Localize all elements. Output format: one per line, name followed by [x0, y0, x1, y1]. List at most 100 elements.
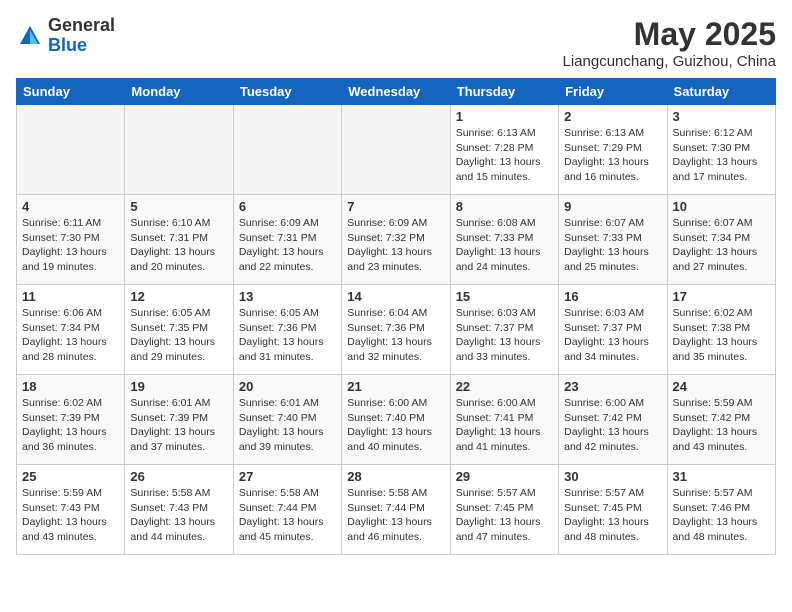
day-number: 22 — [456, 379, 553, 394]
day-number: 21 — [347, 379, 444, 394]
calendar-cell: 8 Sunrise: 6:08 AM Sunset: 7:33 PM Daylig… — [450, 195, 558, 285]
day-header-tuesday: Tuesday — [233, 79, 341, 105]
calendar-cell: 25 Sunrise: 5:59 AM Sunset: 7:43 PM Dayli… — [17, 465, 125, 555]
day-info: Sunrise: 6:07 AM Sunset: 7:33 PM Dayligh… — [564, 216, 661, 275]
day-header-friday: Friday — [559, 79, 667, 105]
logo-blue: Blue — [48, 35, 87, 55]
calendar-week-5: 25 Sunrise: 5:59 AM Sunset: 7:43 PM Dayli… — [17, 465, 776, 555]
day-number: 29 — [456, 469, 553, 484]
day-number: 23 — [564, 379, 661, 394]
calendar-cell: 28 Sunrise: 5:58 AM Sunset: 7:44 PM Dayli… — [342, 465, 450, 555]
calendar-cell: 31Sunrise: 5:57 AM Sunset: 7:46 PM Dayli… — [667, 465, 775, 555]
calendar-cell: 4Sunrise: 6:11 AM Sunset: 7:30 PM Daylig… — [17, 195, 125, 285]
logo-general: General — [48, 15, 115, 35]
day-header-thursday: Thursday — [450, 79, 558, 105]
calendar-week-2: 4Sunrise: 6:11 AM Sunset: 7:30 PM Daylig… — [17, 195, 776, 285]
day-number: 28 — [347, 469, 444, 484]
day-number: 4 — [22, 199, 119, 214]
calendar-cell: 26 Sunrise: 5:58 AM Sunset: 7:43 PM Dayli… — [125, 465, 233, 555]
calendar-cell: 5Sunrise: 6:10 AM Sunset: 7:31 PM Daylig… — [125, 195, 233, 285]
day-info: Sunrise: 6:02 AM Sunset: 7:39 PM Dayligh… — [22, 396, 119, 455]
day-info: Sunrise: 5:59 AM Sunset: 7:43 PM Dayligh… — [22, 486, 119, 545]
calendar-cell: 13 Sunrise: 6:05 AM Sunset: 7:36 PM Dayli… — [233, 285, 341, 375]
day-number: 26 — [130, 469, 227, 484]
day-info: Sunrise: 6:10 AM Sunset: 7:31 PM Dayligh… — [130, 216, 227, 275]
calendar-cell: 14 Sunrise: 6:04 AM Sunset: 7:36 PM Dayli… — [342, 285, 450, 375]
calendar-week-4: 18Sunrise: 6:02 AM Sunset: 7:39 PM Dayli… — [17, 375, 776, 465]
calendar-cell: 30 Sunrise: 5:57 AM Sunset: 7:45 PM Dayli… — [559, 465, 667, 555]
day-info: Sunrise: 5:59 AM Sunset: 7:42 PM Dayligh… — [673, 396, 770, 455]
day-info: Sunrise: 5:58 AM Sunset: 7:44 PM Dayligh… — [239, 486, 336, 545]
calendar-cell: 2 Sunrise: 6:13 AM Sunset: 7:29 PM Daylig… — [559, 105, 667, 195]
day-number: 15 — [456, 289, 553, 304]
logo-text: General Blue — [48, 16, 115, 56]
day-number: 11 — [22, 289, 119, 304]
logo-icon — [16, 22, 44, 50]
day-info: Sunrise: 5:57 AM Sunset: 7:45 PM Dayligh… — [456, 486, 553, 545]
day-number: 6 — [239, 199, 336, 214]
calendar-cell: 6 Sunrise: 6:09 AM Sunset: 7:31 PM Daylig… — [233, 195, 341, 285]
day-number: 14 — [347, 289, 444, 304]
location: Liangcunchang, Guizhou, China — [563, 53, 777, 70]
day-number: 25 — [22, 469, 119, 484]
day-info: Sunrise: 6:08 AM Sunset: 7:33 PM Dayligh… — [456, 216, 553, 275]
day-number: 24 — [673, 379, 770, 394]
day-number: 8 — [456, 199, 553, 214]
day-number: 13 — [239, 289, 336, 304]
day-info: Sunrise: 5:57 AM Sunset: 7:45 PM Dayligh… — [564, 486, 661, 545]
calendar-cell: 23 Sunrise: 6:00 AM Sunset: 7:42 PM Dayli… — [559, 375, 667, 465]
day-info: Sunrise: 6:05 AM Sunset: 7:36 PM Dayligh… — [239, 306, 336, 365]
day-info: Sunrise: 6:01 AM Sunset: 7:39 PM Dayligh… — [130, 396, 227, 455]
day-info: Sunrise: 6:00 AM Sunset: 7:41 PM Dayligh… — [456, 396, 553, 455]
day-number: 20 — [239, 379, 336, 394]
day-header-sunday: Sunday — [17, 79, 125, 105]
day-number: 27 — [239, 469, 336, 484]
calendar-cell: 11Sunrise: 6:06 AM Sunset: 7:34 PM Dayli… — [17, 285, 125, 375]
day-info: Sunrise: 6:00 AM Sunset: 7:40 PM Dayligh… — [347, 396, 444, 455]
calendar-cell: 10Sunrise: 6:07 AM Sunset: 7:34 PM Dayli… — [667, 195, 775, 285]
calendar-cell: 16 Sunrise: 6:03 AM Sunset: 7:37 PM Dayli… — [559, 285, 667, 375]
day-number: 12 — [130, 289, 227, 304]
day-number: 31 — [673, 469, 770, 484]
day-info: Sunrise: 6:02 AM Sunset: 7:38 PM Dayligh… — [673, 306, 770, 365]
calendar-week-3: 11Sunrise: 6:06 AM Sunset: 7:34 PM Dayli… — [17, 285, 776, 375]
title-block: May 2025 Liangcunchang, Guizhou, China — [563, 16, 777, 70]
day-number: 30 — [564, 469, 661, 484]
logo: General Blue — [16, 16, 115, 56]
day-header-wednesday: Wednesday — [342, 79, 450, 105]
calendar-cell: 3Sunrise: 6:12 AM Sunset: 7:30 PM Daylig… — [667, 105, 775, 195]
day-info: Sunrise: 5:58 AM Sunset: 7:44 PM Dayligh… — [347, 486, 444, 545]
day-number: 3 — [673, 109, 770, 124]
day-info: Sunrise: 6:13 AM Sunset: 7:28 PM Dayligh… — [456, 126, 553, 185]
calendar-cell: 17Sunrise: 6:02 AM Sunset: 7:38 PM Dayli… — [667, 285, 775, 375]
calendar-cell: 20 Sunrise: 6:01 AM Sunset: 7:40 PM Dayli… — [233, 375, 341, 465]
calendar-cell: 29 Sunrise: 5:57 AM Sunset: 7:45 PM Dayli… — [450, 465, 558, 555]
day-info: Sunrise: 6:01 AM Sunset: 7:40 PM Dayligh… — [239, 396, 336, 455]
day-info: Sunrise: 5:58 AM Sunset: 7:43 PM Dayligh… — [130, 486, 227, 545]
day-number: 2 — [564, 109, 661, 124]
calendar-cell: 7Sunrise: 6:09 AM Sunset: 7:32 PM Daylig… — [342, 195, 450, 285]
calendar-cell: 15Sunrise: 6:03 AM Sunset: 7:37 PM Dayli… — [450, 285, 558, 375]
calendar-cell: 9Sunrise: 6:07 AM Sunset: 7:33 PM Daylig… — [559, 195, 667, 285]
day-number: 10 — [673, 199, 770, 214]
calendar-cell — [233, 105, 341, 195]
day-info: Sunrise: 6:05 AM Sunset: 7:35 PM Dayligh… — [130, 306, 227, 365]
calendar-cell — [125, 105, 233, 195]
calendar-header-row: SundayMondayTuesdayWednesdayThursdayFrid… — [17, 79, 776, 105]
calendar-cell: 21 Sunrise: 6:00 AM Sunset: 7:40 PM Dayli… — [342, 375, 450, 465]
day-info: Sunrise: 6:13 AM Sunset: 7:29 PM Dayligh… — [564, 126, 661, 185]
page-header: General Blue May 2025 Liangcunchang, Gui… — [16, 16, 776, 70]
day-header-monday: Monday — [125, 79, 233, 105]
month-year: May 2025 — [563, 16, 777, 53]
day-info: Sunrise: 6:04 AM Sunset: 7:36 PM Dayligh… — [347, 306, 444, 365]
day-info: Sunrise: 6:00 AM Sunset: 7:42 PM Dayligh… — [564, 396, 661, 455]
calendar-cell: 22 Sunrise: 6:00 AM Sunset: 7:41 PM Dayli… — [450, 375, 558, 465]
calendar-cell — [17, 105, 125, 195]
day-info: Sunrise: 6:03 AM Sunset: 7:37 PM Dayligh… — [564, 306, 661, 365]
day-number: 7 — [347, 199, 444, 214]
day-number: 16 — [564, 289, 661, 304]
day-info: Sunrise: 6:09 AM Sunset: 7:31 PM Dayligh… — [239, 216, 336, 275]
calendar-week-1: 1Sunrise: 6:13 AM Sunset: 7:28 PM Daylig… — [17, 105, 776, 195]
day-number: 19 — [130, 379, 227, 394]
calendar-cell: 19 Sunrise: 6:01 AM Sunset: 7:39 PM Dayli… — [125, 375, 233, 465]
